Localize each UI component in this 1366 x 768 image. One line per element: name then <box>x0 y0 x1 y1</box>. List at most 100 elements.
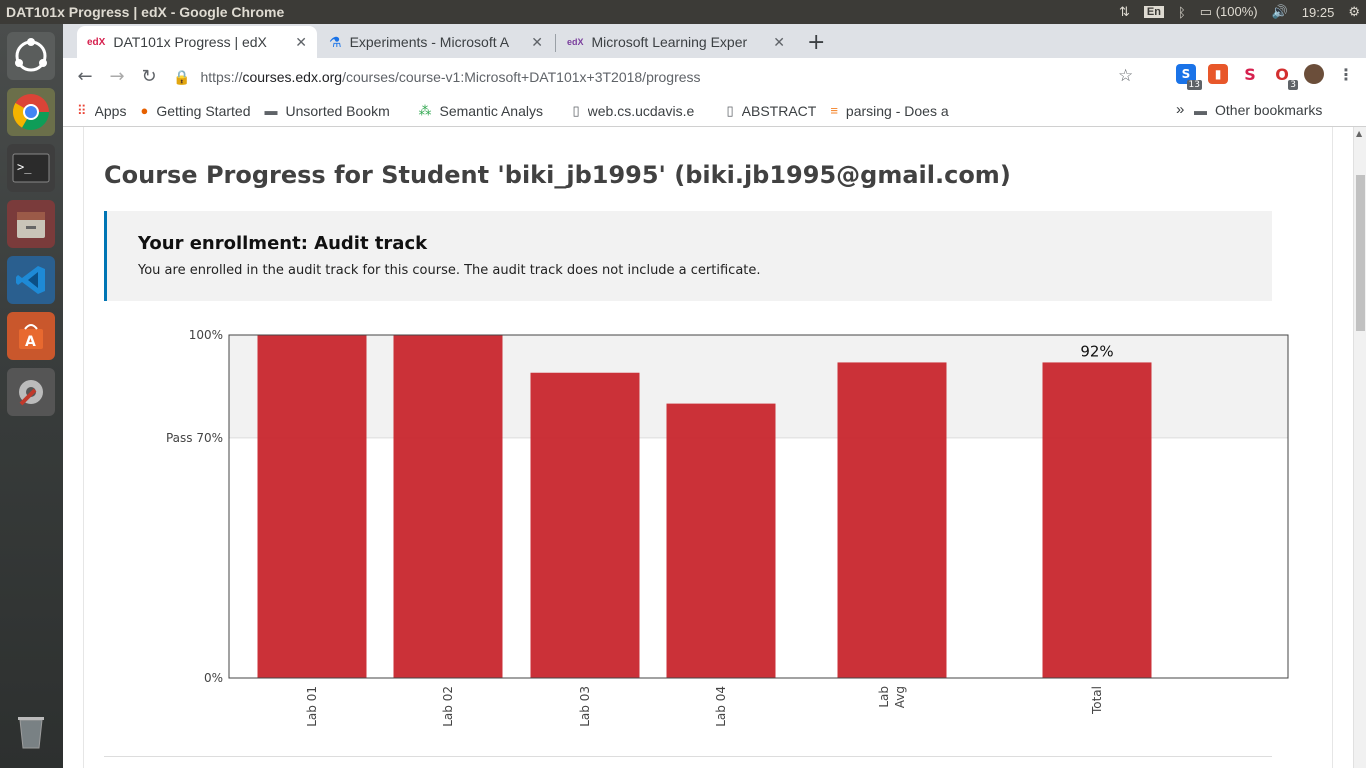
battery-icon: ▭ <box>1199 4 1213 19</box>
bookmarks-bar: ⠿ Apps ● Getting Started ▬ Unsorted Book… <box>63 95 1366 127</box>
x-tick-label-part: Lab <box>877 686 891 708</box>
bookmark-abstract[interactable]: ▯ ABSTRACT <box>726 103 816 119</box>
bookmarks-overflow-button[interactable]: » <box>1176 101 1184 118</box>
close-icon[interactable]: ✕ <box>295 34 307 51</box>
page-icon: ▯ <box>726 102 734 118</box>
close-icon[interactable]: ✕ <box>531 34 543 51</box>
lock-icon[interactable]: 🔒 <box>173 69 190 86</box>
keyboard-language-indicator[interactable]: En <box>1143 6 1164 18</box>
bluetooth-icon[interactable]: ᛒ <box>1178 5 1186 20</box>
power-gear-icon[interactable]: ⚙ <box>1348 4 1360 20</box>
chrome-launcher-icon[interactable] <box>7 88 55 136</box>
page-scrollbar[interactable]: ▲ <box>1353 127 1366 768</box>
y-tick-label: 0% <box>204 671 223 685</box>
reload-icon[interactable]: ↻ <box>133 61 165 93</box>
svg-text:A: A <box>25 334 36 350</box>
forward-arrow-icon[interactable]: → <box>101 61 133 93</box>
system-top-bar: DAT101x Progress | edX - Google Chrome ⇅… <box>0 0 1366 24</box>
data-label-total: 92% <box>1080 342 1113 360</box>
tab-learning-experience[interactable]: edX Microsoft Learning Exper ✕ <box>557 26 795 58</box>
browser-chrome: edX DAT101x Progress | edX ✕ ⚗ Experimen… <box>63 24 1366 127</box>
firefox-icon: ● <box>140 103 149 118</box>
bookmark-parsing[interactable]: ≡ parsing - Does a <box>830 103 970 119</box>
software-center-launcher-icon[interactable]: A <box>7 312 55 360</box>
bookmark-label: Unsorted Bookm <box>285 102 390 119</box>
scrollbar-thumb[interactable] <box>1356 175 1365 331</box>
extension-badge: 3 <box>1288 80 1298 90</box>
url-path: /courses/course-v1:Microsoft+DAT101x+3T2… <box>342 69 701 85</box>
tab-strip: edX DAT101x Progress | edX ✕ ⚗ Experimen… <box>63 24 1366 58</box>
x-tick-label-text: Lab 04 <box>714 686 728 727</box>
extension-office-icon[interactable]: ▮ <box>1208 64 1228 84</box>
x-tick-label: Lab 01 <box>305 686 319 727</box>
profile-avatar[interactable] <box>1304 64 1324 84</box>
address-bar[interactable]: 🔒 https://courses.edx.org/courses/course… <box>173 62 1143 92</box>
bar-lab-03 <box>530 372 640 678</box>
unity-launcher: >_ A <box>0 24 63 768</box>
bar-lab-avg <box>837 362 947 678</box>
bookmark-apps[interactable]: ⠿ Apps <box>77 103 126 119</box>
apps-grid-icon: ⠿ <box>77 102 87 118</box>
x-tick-label: Lab 04 <box>714 686 728 727</box>
bookmark-label: Semantic Analys <box>439 102 543 119</box>
extension-red-icon[interactable]: O3 <box>1272 64 1298 90</box>
battery-percent: (100%) <box>1215 4 1258 19</box>
extension-s-icon[interactable]: S 13 <box>1176 64 1202 90</box>
svg-text:>_: >_ <box>17 160 32 174</box>
files-launcher-icon[interactable] <box>7 200 55 248</box>
progress-chart-svg: 100% Pass 70% 0% Lab 01 Lab 02 Lab 03 Lab 04 La… <box>166 328 1289 727</box>
page-title: Course Progress for Student 'biki_jb1995… <box>104 161 1011 189</box>
tab-experiments[interactable]: ⚗ Experiments - Microsoft A ✕ <box>319 26 553 58</box>
page-icon: ▯ <box>572 102 580 118</box>
bookmark-ucdavis[interactable]: ▯ web.cs.ucdavis.e <box>572 103 712 119</box>
url-host: courses.edx.org <box>242 69 343 85</box>
battery-indicator[interactable]: ▭ (100%) <box>1200 4 1258 20</box>
bookmark-semantic[interactable]: ⁂ Semantic Analys <box>418 103 558 119</box>
bar-lab-01 <box>257 335 367 678</box>
bookmark-star-icon[interactable]: ☆ <box>1118 66 1133 86</box>
section-divider <box>104 756 1272 757</box>
enrollment-message: You are enrolled in the audit track for … <box>138 263 761 278</box>
enrollment-title: Your enrollment: Audit track <box>138 233 428 254</box>
y-tick-label: 100% <box>189 328 223 342</box>
bookmark-label: ABSTRACT <box>741 102 817 119</box>
window-title: DAT101x Progress | edX - Google Chrome <box>6 4 285 20</box>
enrollment-notice: Your enrollment: Audit track You are enr… <box>104 211 1272 301</box>
openedx-icon: edX <box>567 37 584 47</box>
x-tick-label: Total <box>1090 686 1104 715</box>
close-icon[interactable]: ✕ <box>773 34 785 51</box>
tab-progress[interactable]: edX DAT101x Progress | edX ✕ <box>77 26 317 58</box>
trash-launcher-icon[interactable] <box>7 708 55 756</box>
ubuntu-dash-icon[interactable] <box>7 32 55 80</box>
new-tab-button[interactable]: + <box>807 30 825 55</box>
system-settings-launcher-icon[interactable] <box>7 368 55 416</box>
y-tick-label: Pass 70% <box>166 431 223 445</box>
folder-icon: ▬ <box>264 103 278 118</box>
bookmark-label: Getting Started <box>156 102 251 119</box>
people-icon: ⁂ <box>418 102 432 118</box>
extension-scribd-icon[interactable]: S <box>1240 64 1260 84</box>
terminal-launcher-icon[interactable]: >_ <box>7 144 55 192</box>
bar-lab-02 <box>393 335 503 678</box>
bookmark-label: parsing - Does a <box>845 102 949 119</box>
extension-area: S 13 ▮ S O3 ⋮ <box>1176 64 1356 90</box>
x-tick-label-text: Lab 01 <box>305 686 319 727</box>
network-icon[interactable]: ⇅ <box>1119 4 1130 20</box>
bookmark-label: web.cs.ucdavis.e <box>587 102 695 119</box>
scroll-up-arrow-icon[interactable]: ▲ <box>1356 129 1362 138</box>
bookmark-label: Apps <box>94 102 127 119</box>
browser-toolbar: ← → ↻ 🔒 https://courses.edx.org/courses/… <box>63 58 1366 95</box>
bookmark-getting-started[interactable]: ● Getting Started <box>140 103 250 119</box>
folder-icon: ▬ <box>1194 102 1207 118</box>
bookmark-unsorted[interactable]: ▬ Unsorted Bookm <box>264 103 404 119</box>
menu-kebab-icon[interactable]: ⋮ <box>1336 64 1356 84</box>
vscode-launcher-icon[interactable] <box>7 256 55 304</box>
bookmark-label: Other bookmarks <box>1215 102 1323 118</box>
back-arrow-icon[interactable]: ← <box>69 61 101 93</box>
tab-label: Microsoft Learning Exper <box>591 34 748 50</box>
volume-icon[interactable]: 🔊 <box>1272 4 1288 20</box>
progress-chart: 100% Pass 70% 0% Lab 01 Lab 02 Lab 03 Lab 04 La… <box>123 327 1303 747</box>
clock[interactable]: 19:25 <box>1302 5 1335 20</box>
x-tick-label-text: Lab 02 <box>441 686 455 727</box>
bookmark-other[interactable]: ▬ Other bookmarks <box>1194 102 1322 118</box>
